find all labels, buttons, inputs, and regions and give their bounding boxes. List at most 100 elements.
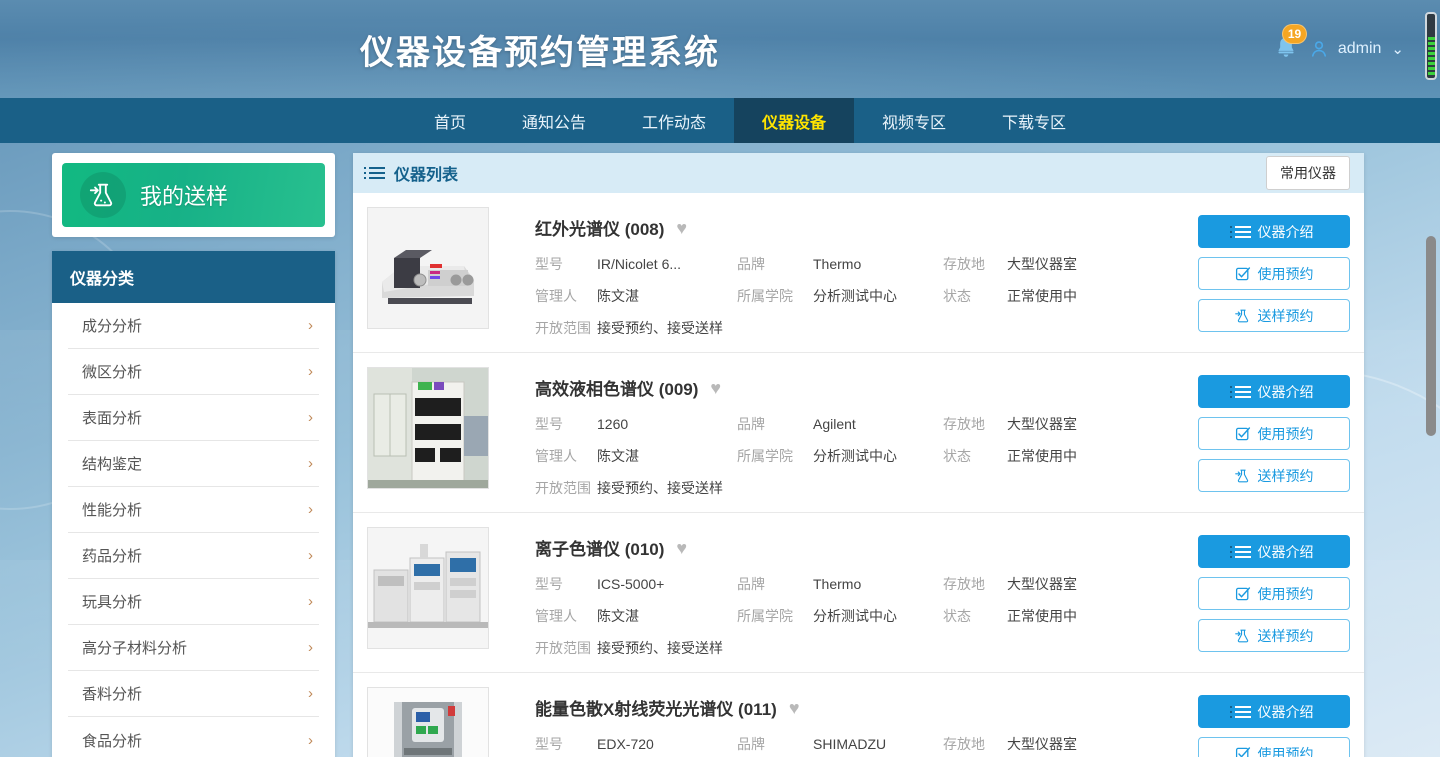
- flask-icon: [80, 172, 126, 218]
- use-booking-button[interactable]: 使用预约: [1198, 577, 1350, 610]
- label-brand: 品牌: [737, 734, 813, 754]
- label-brand: 品牌: [737, 574, 813, 594]
- sidebar-item-flavor[interactable]: 香料分析 ›: [68, 671, 319, 717]
- my-sample-banner[interactable]: 我的送样: [62, 163, 325, 227]
- ftir-spectrometer-photo: [368, 208, 488, 328]
- user-area[interactable]: 19 admin ⌄: [1272, 34, 1404, 64]
- sample-booking-label: 送样预约: [1258, 306, 1314, 326]
- instrument-actions: 仪器介绍 使用预约: [1198, 527, 1350, 652]
- nav-item-notices[interactable]: 通知公告: [494, 98, 614, 143]
- instrument-info: 高效液相色谱仪 (009) ♥ 型号 1260 品牌 Agilent 存放地 大…: [489, 367, 1198, 498]
- value-model: 1260: [597, 416, 737, 432]
- checkbox-icon: [1235, 266, 1251, 282]
- intro-label: 仪器介绍: [1258, 382, 1314, 402]
- label-brand: 品牌: [737, 254, 813, 274]
- value-status: 正常使用中: [1007, 286, 1198, 306]
- sidebar-item-performance[interactable]: 性能分析 ›: [68, 487, 319, 533]
- label-status: 状态: [943, 286, 1007, 306]
- intro-label: 仪器介绍: [1258, 542, 1314, 562]
- nav-item-news[interactable]: 工作动态: [614, 98, 734, 143]
- heart-icon[interactable]: ♥: [710, 379, 721, 397]
- sample-booking-button[interactable]: 送样预约: [1198, 619, 1350, 652]
- chevron-right-icon: ›: [308, 363, 319, 380]
- vertical-scrollbar[interactable]: [1426, 236, 1436, 436]
- sidebar-item-pharma[interactable]: 药品分析 ›: [68, 533, 319, 579]
- list-icon: [1235, 546, 1251, 558]
- value-college: 分析测试中心: [813, 286, 943, 306]
- sample-booking-button[interactable]: 送样预约: [1198, 459, 1350, 492]
- label-model: 型号: [535, 734, 597, 754]
- panel-header: 仪器列表 常用仪器: [353, 153, 1364, 193]
- instrument-image[interactable]: [367, 687, 489, 757]
- instrument-image[interactable]: [367, 527, 489, 649]
- category-label: 微区分析: [68, 361, 142, 382]
- chevron-right-icon: ›: [308, 455, 319, 472]
- chevron-right-icon: ›: [308, 732, 319, 749]
- flask-icon: [1235, 468, 1251, 484]
- list-icon: [1235, 386, 1251, 398]
- sample-booking-button[interactable]: 送样预约: [1198, 299, 1350, 332]
- label-model: 型号: [535, 574, 597, 594]
- use-booking-button[interactable]: 使用预约: [1198, 737, 1350, 757]
- label-manager: 管理人: [535, 286, 597, 306]
- chevron-right-icon: ›: [308, 639, 319, 656]
- instrument-actions: 仪器介绍 使用预约: [1198, 207, 1350, 332]
- heart-icon[interactable]: ♥: [676, 539, 687, 557]
- label-location: 存放地: [943, 414, 1007, 434]
- instrument-actions: 仪器介绍 使用预约: [1198, 367, 1350, 492]
- category-label: 性能分析: [68, 499, 142, 520]
- nav-item-download[interactable]: 下载专区: [974, 98, 1094, 143]
- label-college: 所属学院: [737, 606, 813, 626]
- nav-item-video[interactable]: 视频专区: [854, 98, 974, 143]
- chevron-right-icon: ›: [308, 547, 319, 564]
- nav-item-home[interactable]: 首页: [406, 98, 494, 143]
- use-booking-button[interactable]: 使用预约: [1198, 257, 1350, 290]
- use-booking-label: 使用预约: [1258, 744, 1314, 757]
- instrument-name: 高效液相色谱仪 (009): [535, 375, 698, 400]
- intro-button[interactable]: 仪器介绍: [1198, 695, 1350, 728]
- nav-item-equipment[interactable]: 仪器设备: [734, 98, 854, 143]
- value-brand: Agilent: [813, 416, 943, 432]
- category-card: 仪器分类 成分分析 › 微区分析 › 表面分析 › 结构鉴定 ›: [52, 251, 335, 757]
- instrument-image[interactable]: [367, 367, 489, 489]
- sidebar-item-food[interactable]: 食品分析 ›: [68, 717, 319, 757]
- label-open-scope: 开放范围: [535, 638, 597, 658]
- value-status: 正常使用中: [1007, 606, 1198, 626]
- sample-booking-label: 送样预约: [1258, 466, 1314, 486]
- instrument-name: 离子色谱仪 (010): [535, 535, 664, 560]
- label-open-scope: 开放范围: [535, 318, 597, 338]
- checkbox-icon: [1235, 746, 1251, 757]
- table-row: 能量色散X射线荧光光谱仪 (011) ♥ 型号 EDX-720 品牌 SHIMA…: [353, 673, 1364, 757]
- list-icon: [1235, 226, 1251, 238]
- intro-label: 仪器介绍: [1258, 702, 1314, 722]
- label-status: 状态: [943, 606, 1007, 626]
- table-row: 红外光谱仪 (008) ♥ 型号 IR/Nicolet 6... 品牌 Ther…: [353, 193, 1364, 353]
- chevron-down-icon[interactable]: ⌄: [1391, 40, 1404, 58]
- sidebar-item-polymer[interactable]: 高分子材料分析 ›: [68, 625, 319, 671]
- common-instruments-button[interactable]: 常用仪器: [1266, 156, 1350, 190]
- table-row: 高效液相色谱仪 (009) ♥ 型号 1260 品牌 Agilent 存放地 大…: [353, 353, 1364, 513]
- value-location: 大型仪器室: [1007, 574, 1198, 594]
- intro-button[interactable]: 仪器介绍: [1198, 535, 1350, 568]
- notification-bell[interactable]: 19: [1272, 34, 1300, 64]
- label-model: 型号: [535, 254, 597, 274]
- heart-icon[interactable]: ♥: [676, 219, 687, 237]
- heart-icon[interactable]: ♥: [789, 699, 800, 717]
- intro-button[interactable]: 仪器介绍: [1198, 215, 1350, 248]
- use-booking-button[interactable]: 使用预约: [1198, 417, 1350, 450]
- flask-icon: [1235, 308, 1251, 324]
- value-model: ICS-5000+: [597, 576, 737, 592]
- category-label: 高分子材料分析: [68, 637, 187, 658]
- hplc-stack-photo: [368, 368, 488, 488]
- sidebar-item-toy[interactable]: 玩具分析 ›: [68, 579, 319, 625]
- sidebar-item-structure[interactable]: 结构鉴定 ›: [68, 441, 319, 487]
- intro-button[interactable]: 仪器介绍: [1198, 375, 1350, 408]
- sidebar-item-composition[interactable]: 成分分析 ›: [68, 303, 319, 349]
- sidebar-item-microzone[interactable]: 微区分析 ›: [68, 349, 319, 395]
- label-location: 存放地: [943, 734, 1007, 754]
- sidebar-item-surface[interactable]: 表面分析 ›: [68, 395, 319, 441]
- value-college: 分析测试中心: [813, 446, 943, 466]
- page-title: 仪器设备预约管理系统: [360, 25, 720, 74]
- instrument-image[interactable]: [367, 207, 489, 329]
- sample-booking-label: 送样预约: [1258, 626, 1314, 646]
